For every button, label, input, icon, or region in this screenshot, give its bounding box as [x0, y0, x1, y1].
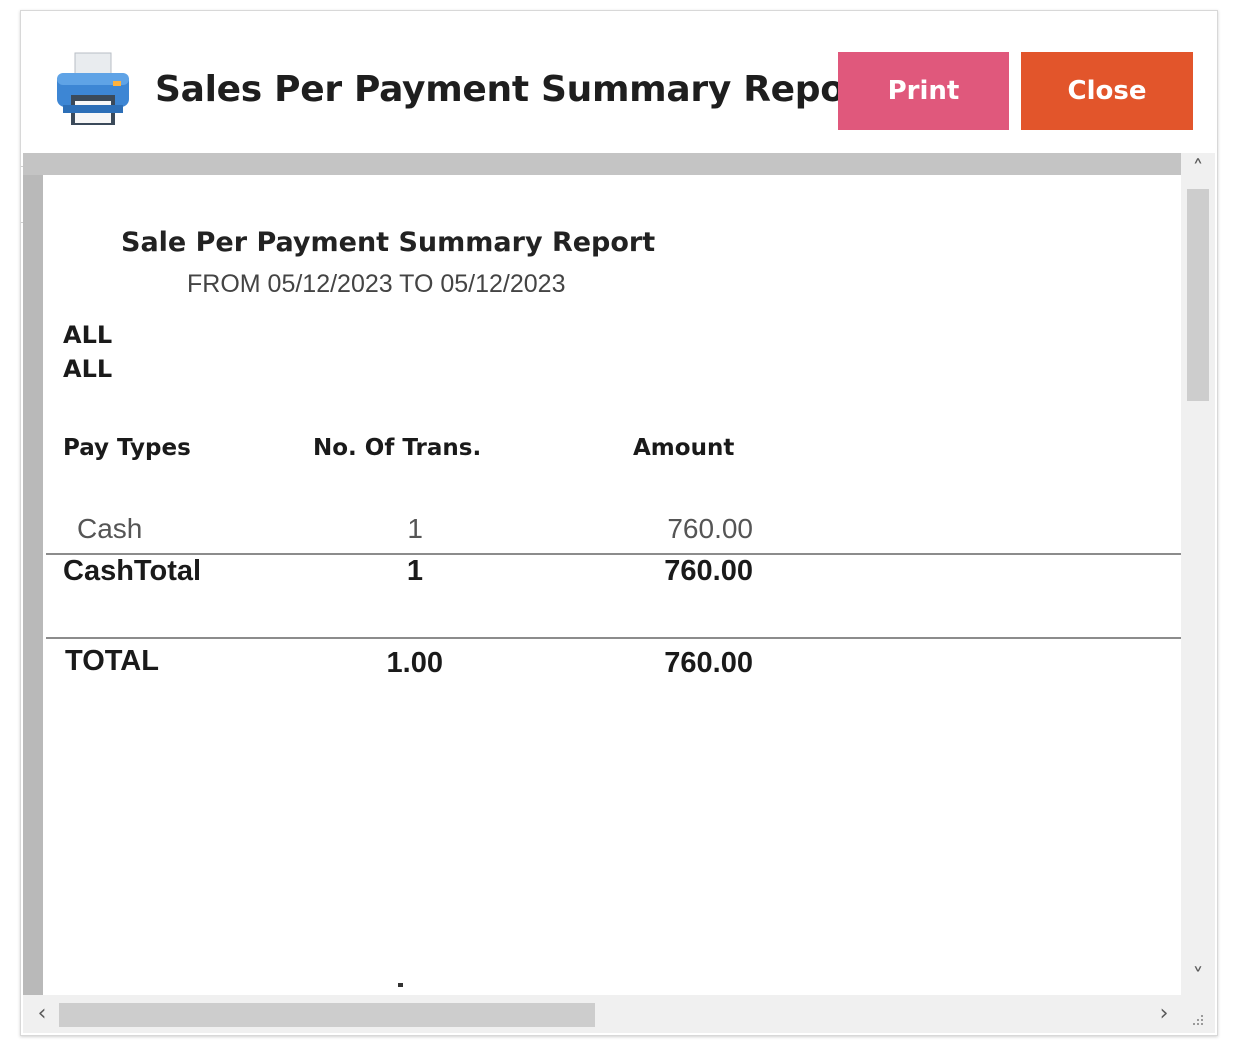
- horizontal-scrollbar[interactable]: ‹ ›: [23, 995, 1215, 1033]
- report-filter: ALL: [63, 321, 113, 349]
- horizontal-scroll-thumb[interactable]: [59, 1003, 595, 1027]
- chevron-up-icon[interactable]: ˄: [1187, 159, 1209, 181]
- chevron-left-icon[interactable]: ‹: [31, 1003, 53, 1025]
- column-header-no-of-trans: No. Of Trans.: [313, 435, 482, 461]
- subtotal-label: CashTotal: [63, 555, 202, 587]
- column-header-pay-types: Pay Types: [63, 435, 191, 461]
- window-header: Sales Per Payment Summary Report Print C…: [21, 11, 1217, 153]
- total-transactions: 1.00: [386, 647, 443, 679]
- report-title: Sale Per Payment Summary Report: [121, 227, 656, 258]
- close-button[interactable]: Close: [1021, 52, 1193, 130]
- print-button[interactable]: Print: [838, 52, 1009, 130]
- subtotal-transactions: 1: [406, 555, 423, 587]
- row-amount: 760.00: [667, 513, 753, 544]
- report-viewer: Sale Per Payment Summary Report FROM 05/…: [23, 153, 1215, 1033]
- report-date-range: FROM 05/12/2023 TO 05/12/2023: [187, 270, 566, 298]
- report-filter: ALL: [63, 355, 113, 383]
- page-footer-mark: [398, 983, 403, 987]
- total-label: TOTAL: [65, 645, 159, 677]
- total-amount: 760.00: [664, 647, 753, 679]
- column-header-amount: Amount: [633, 435, 735, 461]
- viewer-top-strip: [23, 153, 1181, 175]
- subtotal-amount: 760.00: [664, 555, 753, 587]
- vertical-scroll-thumb[interactable]: [1187, 189, 1209, 401]
- row-transactions: 1: [407, 513, 423, 544]
- chevron-down-icon[interactable]: ˅: [1187, 967, 1209, 989]
- report-page: Sale Per Payment Summary Report FROM 05/…: [43, 175, 1181, 995]
- divider-line: [46, 637, 1181, 639]
- printer-icon: [57, 52, 129, 125]
- vertical-scrollbar[interactable]: ˄ ˅: [1181, 153, 1215, 995]
- row-pay-type: Cash: [77, 513, 143, 544]
- window-title: Sales Per Payment Summary Report: [155, 69, 880, 110]
- resize-grip-icon[interactable]: [1187, 1009, 1205, 1027]
- report-window: Sales Per Payment Summary Report Print C…: [20, 10, 1218, 1036]
- chevron-right-icon[interactable]: ›: [1153, 1003, 1175, 1025]
